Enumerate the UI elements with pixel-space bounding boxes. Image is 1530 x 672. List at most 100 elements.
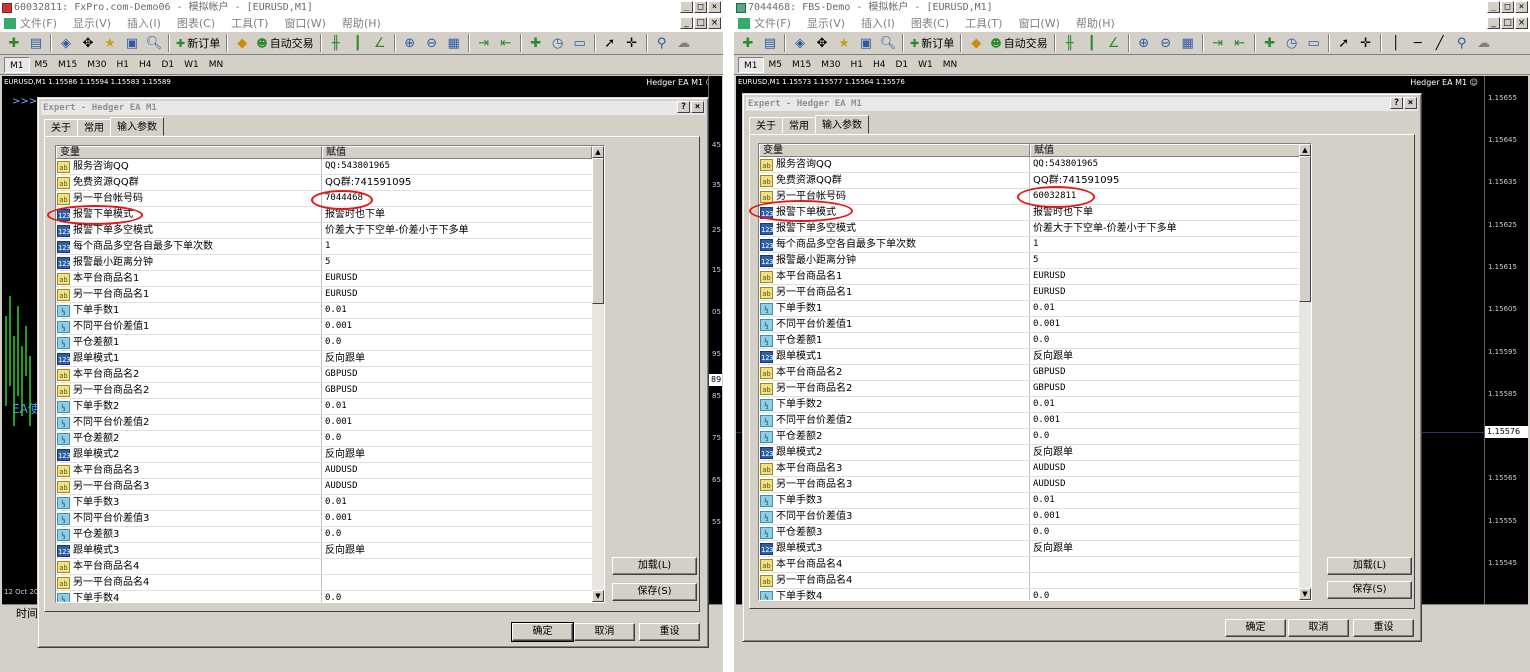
table-row[interactable]: ½ 下单手数3 0.01 [759, 493, 1300, 509]
tf-m1[interactable]: M1 [4, 56, 30, 73]
menu-charts[interactable]: 图表(C) [177, 16, 215, 31]
value-cell[interactable]: 价差大于下空单-价差小于下多单 [1030, 221, 1300, 236]
chart-menu-icon[interactable] [4, 18, 16, 29]
table-row[interactable]: ab 免费资源QQ群 QQ群:741591095 [56, 175, 592, 191]
periods-icon[interactable]: ◷ [1281, 33, 1303, 53]
value-cell[interactable]: 0.001 [1030, 509, 1300, 524]
value-cell[interactable]: AUDUSD [1030, 461, 1300, 476]
templates-icon[interactable]: ▭ [569, 33, 591, 53]
search-icon[interactable]: ⚲ [651, 33, 673, 53]
scroll-down-button[interactable]: ▼ [1299, 588, 1311, 600]
tf-h1[interactable]: H1 [845, 57, 868, 73]
table-row[interactable]: ab 服务咨询QQ QQ:543801965 [56, 159, 592, 175]
table-row[interactable]: ab 本平台商品名4 [56, 559, 592, 575]
table-row[interactable]: 123 报警下单多空模式 价差大于下空单-价差小于下多单 [56, 223, 592, 239]
table-row[interactable]: ½ 不同平台价差值1 0.001 [56, 319, 592, 335]
scroll-thumb[interactable] [1299, 156, 1311, 302]
table-row[interactable]: ½ 下单手数3 0.01 [56, 495, 592, 511]
value-cell[interactable]: 报警时也下单 [322, 207, 592, 222]
strategy-tester-icon[interactable]: 🔍︎ [143, 33, 165, 53]
child-restore-button[interactable]: □ [1501, 17, 1514, 29]
table-row[interactable]: ab 免费资源QQ群 QQ群:741591095 [759, 173, 1300, 189]
value-cell[interactable]: 0.001 [1030, 413, 1300, 428]
child-close-button[interactable]: × [1515, 17, 1528, 29]
table-row[interactable]: 123 跟单模式3 反向跟单 [759, 541, 1300, 557]
horizontal-line-icon[interactable]: ─ [1407, 33, 1429, 53]
table-row[interactable]: ab 另一平台商品名3 AUDUSD [56, 479, 592, 495]
value-cell[interactable]: 0.0 [1030, 589, 1300, 600]
child-restore-button[interactable]: □ [694, 17, 707, 29]
bar-chart-icon[interactable]: ╫ [1059, 33, 1081, 53]
menu-insert[interactable]: 插入(I) [127, 16, 161, 31]
table-row[interactable]: ½ 不同平台价差值3 0.001 [759, 509, 1300, 525]
tf-h4[interactable]: H4 [134, 57, 157, 73]
tile-windows-icon[interactable]: ▦ [1177, 33, 1199, 53]
load-button[interactable]: 加载(L) [1327, 557, 1412, 575]
value-cell[interactable]: 反向跟单 [1030, 445, 1300, 460]
table-row[interactable]: ½ 平仓差额3 0.0 [56, 527, 592, 543]
table-row[interactable]: ab 本平台商品名3 AUDUSD [759, 461, 1300, 477]
scroll-thumb[interactable] [592, 158, 604, 304]
terminal-icon[interactable]: ▣ [855, 33, 877, 53]
line-chart-icon[interactable]: ∠ [1103, 33, 1125, 53]
navigator-icon[interactable]: ★ [99, 33, 121, 53]
value-cell[interactable]: 0.01 [1030, 493, 1300, 508]
new-order-button[interactable]: ✚ 新订单 [907, 33, 957, 53]
value-cell[interactable]: GBPUSD [322, 383, 592, 398]
value-cell[interactable]: 反向跟单 [1030, 541, 1300, 556]
value-cell[interactable]: 价差大于下空单-价差小于下多单 [322, 223, 592, 238]
table-row[interactable]: ab 本平台商品名4 [759, 557, 1300, 573]
minimize-button[interactable]: _ [680, 1, 693, 13]
table-row[interactable]: 123 跟单模式2 反向跟单 [759, 445, 1300, 461]
metaeditor-icon[interactable]: ◆ [965, 33, 987, 53]
tf-m1[interactable]: M1 [738, 56, 764, 73]
value-cell[interactable]: 0.0 [322, 431, 592, 446]
value-cell[interactable]: 0.01 [1030, 397, 1300, 412]
value-cell[interactable]: 反向跟单 [322, 447, 592, 462]
profiles-icon[interactable]: ▤ [759, 33, 781, 53]
vertical-scrollbar[interactable]: ▲ ▼ [1299, 144, 1311, 600]
dialog-close-button[interactable]: × [1404, 97, 1417, 109]
value-cell[interactable]: 0.001 [322, 415, 592, 430]
menu-charts[interactable]: 图表(C) [911, 16, 949, 31]
templates-icon[interactable]: ▭ [1303, 33, 1325, 53]
table-row[interactable]: ab 本平台商品名3 AUDUSD [56, 463, 592, 479]
table-row[interactable]: 123 报警最小距离分钟 5 [56, 255, 592, 271]
table-row[interactable]: ab 另一平台商品名4 [759, 573, 1300, 589]
menu-window[interactable]: 窗口(W) [1018, 16, 1059, 31]
value-cell[interactable]: 0.01 [322, 399, 592, 414]
tf-m5[interactable]: M5 [764, 57, 788, 73]
load-button[interactable]: 加载(L) [612, 557, 697, 575]
new-chart-icon[interactable]: ✚ [737, 33, 759, 53]
table-row[interactable]: 123 报警下单多空模式 价差大于下空单-价差小于下多单 [759, 221, 1300, 237]
help-button[interactable]: ? [677, 101, 690, 113]
dialog-close-button[interactable]: × [691, 101, 704, 113]
line-chart-icon[interactable]: ∠ [369, 33, 391, 53]
table-row[interactable]: ½ 下单手数4 0.0 [56, 591, 592, 602]
table-row[interactable]: 123 跟单模式1 反向跟单 [759, 349, 1300, 365]
table-row[interactable]: ½ 下单手数4 0.0 [759, 589, 1300, 600]
menu-help[interactable]: 帮助(H) [1076, 16, 1115, 31]
child-minimize-button[interactable]: _ [1487, 17, 1500, 29]
save-button[interactable]: 保存(S) [612, 583, 697, 601]
value-cell[interactable]: EURUSD [1030, 269, 1300, 284]
menu-insert[interactable]: 插入(I) [861, 16, 895, 31]
table-row[interactable]: ½ 平仓差额2 0.0 [56, 431, 592, 447]
minimize-button[interactable]: _ [1487, 1, 1500, 13]
value-cell[interactable]: 1 [1030, 237, 1300, 252]
table-row[interactable]: ab 本平台商品名1 EURUSD [56, 271, 592, 287]
table-row[interactable]: ab 另一平台商品名1 EURUSD [56, 287, 592, 303]
tf-w1[interactable]: W1 [913, 57, 938, 73]
ok-button[interactable]: 确定 [1225, 619, 1286, 637]
table-row[interactable]: ab 本平台商品名2 GBPUSD [759, 365, 1300, 381]
zoom-in-icon[interactable]: ⊕ [399, 33, 421, 53]
value-cell[interactable]: EURUSD [322, 287, 592, 302]
autoscroll-icon[interactable]: ⇥ [473, 33, 495, 53]
tf-h4[interactable]: H4 [868, 57, 891, 73]
new-chart-icon[interactable]: ✚ [3, 33, 25, 53]
value-cell[interactable]: 0.001 [322, 511, 592, 526]
table-row[interactable]: ab 另一平台商品名4 [56, 575, 592, 591]
table-row[interactable]: ab 本平台商品名2 GBPUSD [56, 367, 592, 383]
col-value-header[interactable]: 赋值 [1030, 144, 1300, 157]
value-cell[interactable]: 反向跟单 [322, 543, 592, 558]
